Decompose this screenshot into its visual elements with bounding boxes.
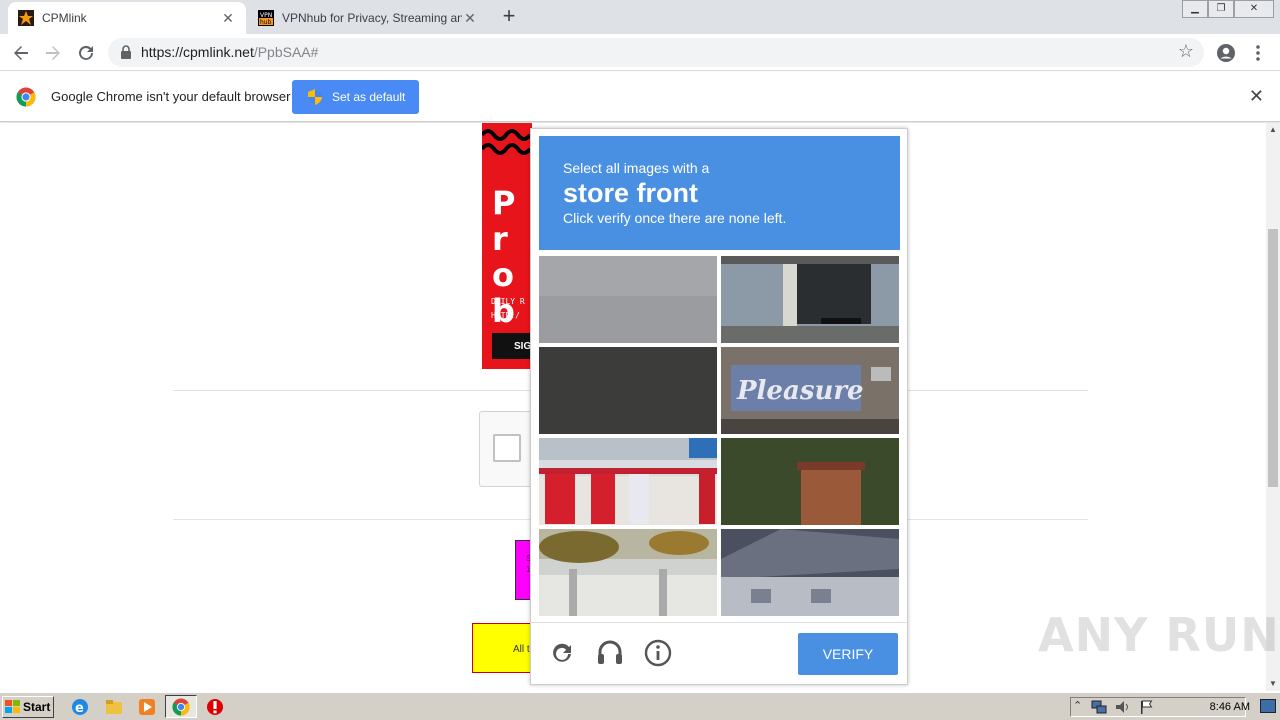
svg-text:VPN: VPN — [260, 12, 272, 19]
network-icon[interactable] — [1091, 700, 1107, 714]
account-icon — [1217, 44, 1235, 62]
show-desktop-button[interactable] — [1260, 699, 1276, 713]
tile-image-road — [539, 347, 717, 434]
audio-icon[interactable] — [595, 638, 625, 668]
url-path: /PpbSAA# — [253, 44, 319, 60]
url-text: https://cpmlink.net/PpbSAA# — [141, 44, 318, 60]
info-icon[interactable] — [643, 638, 673, 668]
url-host: https://cpmlink.net — [141, 44, 254, 60]
back-button[interactable] — [8, 40, 34, 66]
svg-text:e: e — [75, 701, 84, 716]
tab-vpnhub[interactable]: VPN hub VPNhub for Privacy, Streaming and… — [248, 2, 488, 34]
infobar-message: Google Chrome isn't your default browser — [51, 89, 291, 104]
vpnhub-favicon-icon: VPNhub — [258, 10, 274, 26]
image-tile[interactable] — [721, 438, 899, 525]
challenge-header: Select all images with a store front Cli… — [539, 136, 900, 250]
challenge-subtext: Click verify once there are none left. — [563, 210, 787, 226]
ad-signup-button[interactable]: SIG — [492, 333, 532, 359]
restore-button[interactable]: ❐ — [1208, 0, 1234, 18]
tile-image-hedge — [721, 438, 899, 525]
reload-button[interactable] — [73, 40, 99, 66]
start-button[interactable]: Start — [2, 696, 54, 718]
challenge-instruction: Select all images with a — [563, 160, 710, 176]
image-tile[interactable] — [539, 529, 717, 616]
shield-icon — [308, 89, 322, 105]
profile-button[interactable] — [1213, 40, 1239, 66]
scroll-up-icon[interactable]: ▲ — [1266, 123, 1280, 137]
ad-wave-graphic — [482, 129, 532, 155]
set-as-default-label: Set as default — [332, 90, 406, 104]
ad-small-line: HTTP:/ — [491, 311, 520, 320]
tile-image-red-banners — [539, 438, 717, 525]
set-as-default-button[interactable]: Set as default — [292, 80, 419, 114]
file-explorer-icon[interactable] — [104, 697, 124, 717]
reload-icon[interactable] — [547, 638, 577, 668]
menu-button[interactable] — [1245, 40, 1271, 66]
anyrun-watermark: ANY RUN — [1038, 608, 1280, 662]
tab-cpmlink[interactable]: CPMlink ✕ — [8, 2, 246, 34]
default-browser-infobar: Google Chrome isn't your default browser… — [0, 72, 1280, 122]
tile-image-house-window — [721, 256, 899, 343]
image-tile[interactable]: Pleasure — [721, 347, 899, 434]
captcha-challenge: Select all images with a store front Cli… — [530, 128, 908, 685]
verify-button[interactable]: VERIFY — [798, 633, 898, 675]
volume-icon[interactable] — [1115, 700, 1131, 714]
yellow-box[interactable]: All t — [472, 623, 536, 673]
windows-taskbar: Start e ⌃ 8:46 AM — [0, 692, 1280, 720]
minimize-button[interactable]: ▁ — [1182, 0, 1208, 18]
taskbar-chrome-item[interactable] — [165, 695, 197, 718]
start-label: Start — [23, 700, 51, 714]
ad-small-line: DAILY R — [491, 297, 525, 306]
back-arrow-icon — [14, 46, 28, 60]
windows-logo-icon — [5, 700, 20, 713]
bookmark-star-icon[interactable]: ☆ — [1178, 41, 1194, 62]
tab-close-icon[interactable]: ✕ — [220, 10, 236, 26]
tile-image-sky — [539, 256, 717, 343]
forward-button[interactable] — [40, 40, 66, 66]
opera-icon[interactable] — [205, 697, 225, 717]
tab-title: CPMlink — [42, 11, 87, 25]
svg-text:Pleasure: Pleasure — [736, 376, 864, 406]
browser-toolbar: https://cpmlink.net/PpbSAA# ☆ — [0, 34, 1280, 71]
more-vert-icon — [1256, 45, 1260, 61]
taskbar-clock[interactable]: 8:46 AM — [1210, 701, 1250, 713]
new-tab-button[interactable]: + — [498, 5, 520, 28]
image-tile[interactable] — [539, 347, 717, 434]
image-tile[interactable] — [539, 438, 717, 525]
infobar-close-icon[interactable]: ✕ — [1249, 86, 1264, 107]
page-scrollbar[interactable]: ▲ ▼ — [1266, 123, 1280, 691]
tile-image-house-roof — [721, 529, 899, 616]
tile-image-pleasure-sign: Pleasure — [721, 347, 899, 434]
tab-close-icon[interactable]: ✕ — [462, 10, 478, 26]
cpmlink-favicon-icon — [18, 10, 34, 26]
internet-explorer-icon[interactable]: e — [70, 697, 90, 717]
close-window-button[interactable]: ✕ — [1234, 0, 1274, 18]
address-bar[interactable]: https://cpmlink.net/PpbSAA# ☆ — [108, 38, 1204, 67]
tab-title: VPNhub for Privacy, Streaming and P — [282, 11, 462, 25]
advertisement-banner[interactable]: Pro ba ne DAILY RHTTP:/ SIG — [482, 123, 532, 369]
scroll-down-icon[interactable]: ▼ — [1266, 677, 1280, 691]
chrome-logo-icon — [16, 87, 36, 107]
action-center-flag-icon[interactable] — [1139, 700, 1155, 714]
ad-small-text: DAILY R HTTP:/ — [491, 295, 525, 323]
image-tile[interactable] — [721, 529, 899, 616]
challenge-target: store front — [563, 178, 698, 208]
lock-icon — [121, 45, 131, 59]
chrome-icon — [172, 698, 190, 716]
tab-strip: CPMlink ✕ VPN hub VPNhub for Privacy, Str… — [0, 0, 1280, 34]
media-player-icon[interactable] — [137, 697, 157, 717]
svg-text:hub: hub — [260, 19, 272, 26]
scrollbar-thumb[interactable] — [1268, 229, 1278, 487]
image-tile[interactable] — [539, 256, 717, 343]
forward-arrow-icon — [46, 46, 60, 60]
tray-expand-icon[interactable]: ⌃ — [1073, 699, 1082, 712]
image-tile[interactable] — [721, 256, 899, 343]
reload-icon — [79, 45, 93, 60]
recaptcha-checkbox[interactable] — [493, 434, 521, 462]
challenge-footer: VERIFY — [531, 622, 907, 684]
tile-image-white-wall — [539, 529, 717, 616]
